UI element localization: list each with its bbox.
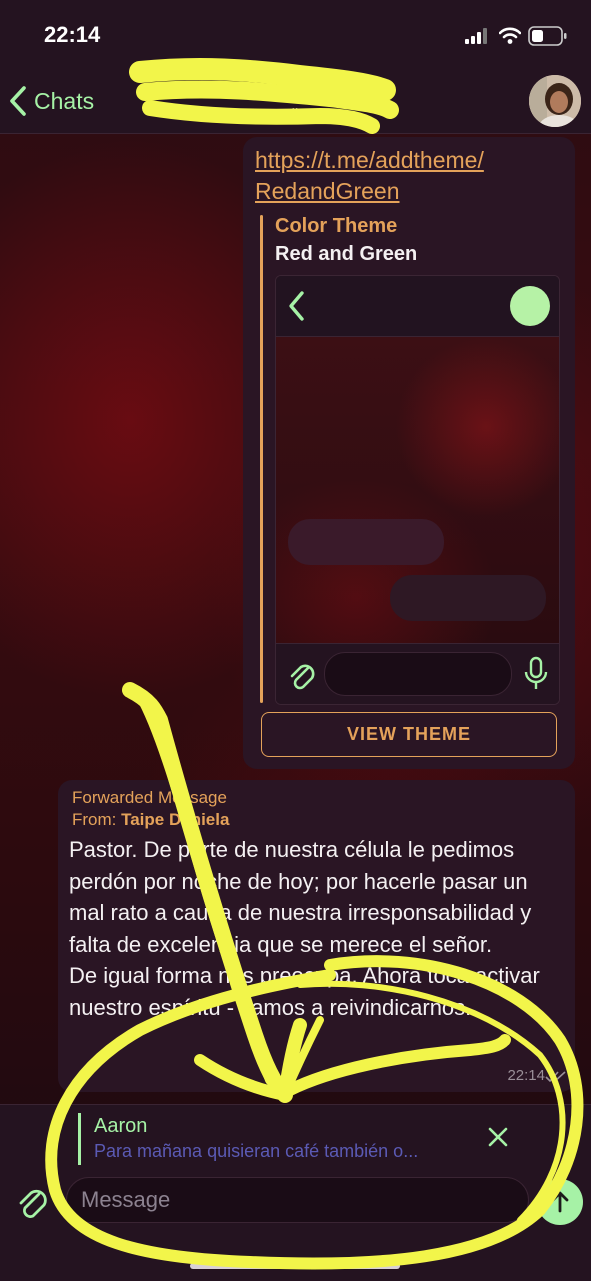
forwarded-from[interactable]: From: Taipe Daniela [72,810,229,830]
message-input[interactable] [66,1177,529,1223]
navigation-header: 22:14 Chats Marie online [0,0,591,134]
forwarded-message-bubble: Forwarded Message From: Taipe Daniela Pa… [58,780,575,1092]
preview-accent-bar [260,215,263,703]
link-message-bubble: https://t.me/addtheme/RedandGreen Color … [243,137,575,769]
close-icon[interactable] [486,1125,510,1149]
battery-icon [528,26,567,46]
chat-title[interactable]: Marie [170,78,420,104]
attach-icon [290,664,315,690]
view-theme-button[interactable]: VIEW THEME [261,712,557,757]
back-label: Chats [34,87,95,114]
send-arrow-icon [551,1191,569,1213]
wifi-icon [499,27,521,44]
chevron-left-icon [289,291,304,321]
reply-accent-bar [78,1113,81,1165]
preview-header [276,276,559,337]
preview-site-name: Color Theme [275,215,398,237]
message-time: 22:14 [507,1067,545,1084]
forwarded-from-name: Taipe Daniela [121,810,230,829]
chevron-left-icon [10,86,26,116]
microphone-icon [524,656,548,689]
preview-input-bar [276,643,559,704]
message-text: Pastor. De parte de nuestra célula le pe… [69,837,540,1020]
attach-icon[interactable] [14,1183,48,1221]
preview-outgoing-bubble [390,575,546,621]
preview-incoming-bubble [288,519,444,565]
theme-preview-image[interactable] [275,275,560,705]
forwarded-from-prefix: From: [72,810,122,829]
double-check-icon [545,1071,566,1084]
forwarded-label: Forwarded Message [72,788,227,807]
preview-wallpaper [276,337,559,643]
composer-bar: Aaron Para mañana quisieran café también… [0,1104,591,1281]
chat-status: online [274,106,316,123]
status-time: 22:14 [44,22,101,47]
send-button[interactable] [537,1179,583,1225]
contact-avatar[interactable] [529,75,581,127]
theme-link[interactable]: https://t.me/addtheme/RedandGreen [255,145,555,207]
reply-author: Aaron [94,1115,148,1137]
signal-icon [465,28,487,44]
preview-title: Red and Green [275,243,418,265]
reply-preview-text: Para mañana quisieran café también o... [94,1141,419,1161]
home-indicator [190,1263,400,1269]
back-to-chats-button[interactable]: Chats [8,84,94,118]
preview-input [324,652,512,696]
preview-avatar [510,286,550,326]
